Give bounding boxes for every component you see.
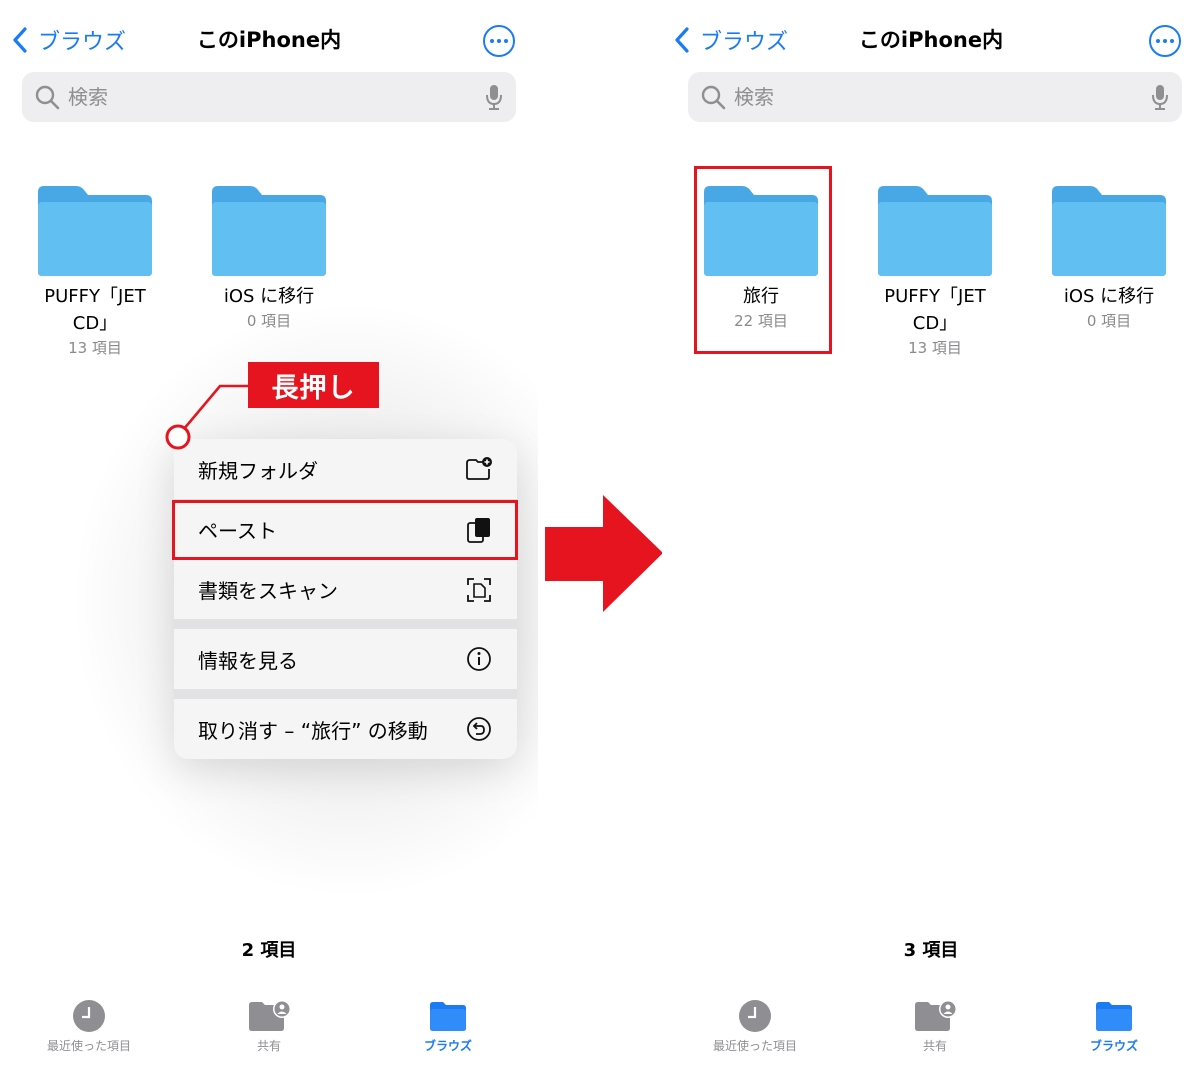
folder-name: PUFFY「JET CD」	[884, 286, 986, 334]
menu-item-scan-document[interactable]: 書類をスキャン	[174, 559, 517, 619]
more-options-icon[interactable]	[483, 25, 515, 57]
more-options-icon[interactable]	[1149, 25, 1181, 57]
folder-name: iOS に移行	[1063, 286, 1155, 307]
menu-item-undo-move[interactable]: 取り消す – “旅行” の移動	[174, 699, 517, 759]
search-input[interactable]	[68, 85, 484, 109]
tab-recents[interactable]: 最近使った項目	[19, 998, 159, 1054]
folder-icon	[38, 186, 152, 276]
clock-icon	[73, 1000, 105, 1032]
page-title: このiPhone内	[858, 28, 1004, 52]
folder-item[interactable]: iOS に移行 0 項目	[1029, 182, 1189, 332]
shared-folder-icon	[915, 1000, 957, 1031]
tab-shared[interactable]: 共有	[865, 998, 1005, 1054]
page-title: このiPhone内	[196, 28, 342, 52]
paste-icon	[467, 517, 490, 543]
tab-label: ブラウズ	[1089, 1039, 1138, 1053]
folder-item[interactable]: iOS に移行 0 項目	[189, 182, 349, 332]
tab-shared[interactable]: 共有	[199, 998, 339, 1054]
folder-item-count: 0 項目	[246, 312, 292, 330]
arrow-right-icon	[545, 495, 663, 612]
left-screen: ブラウズ このiPhone内 PUFFY「JET CD」 13 項目 iOS に…	[0, 0, 538, 1081]
menu-separator	[174, 619, 517, 629]
folder-item-count: 13 項目	[68, 339, 122, 357]
folder-icon	[704, 186, 818, 276]
menu-item-get-info[interactable]: 情報を見る	[174, 629, 517, 689]
folder-icon	[430, 1002, 466, 1031]
folder-name: iOS に移行	[223, 286, 315, 307]
scan-document-icon	[467, 577, 491, 602]
folder-item[interactable]: PUFFY「JET CD」 13 項目	[15, 182, 175, 359]
tab-label: 最近使った項目	[712, 1039, 797, 1053]
microphone-icon[interactable]	[484, 83, 504, 111]
search-icon	[35, 85, 60, 110]
menu-separator	[174, 689, 517, 699]
new-folder-icon	[466, 457, 492, 480]
menu-item-label: 取り消す – “旅行” の移動	[198, 718, 428, 743]
menu-item-label: 情報を見る	[198, 648, 298, 673]
info-icon	[467, 647, 491, 671]
search-icon	[701, 85, 726, 110]
folder-icon	[212, 186, 326, 276]
menu-item-label: 書類をスキャン	[198, 579, 338, 603]
folder-icon	[878, 186, 992, 276]
undo-icon	[467, 717, 491, 741]
tab-label: 共有	[922, 1039, 947, 1053]
item-count: 2 項目	[241, 940, 297, 961]
shared-folder-icon	[249, 1000, 291, 1031]
menu-item-label: ペースト	[198, 519, 277, 543]
tab-label: 共有	[256, 1039, 281, 1053]
search-bar[interactable]	[688, 72, 1182, 122]
folder-item[interactable]: PUFFY「JET CD」 13 項目	[855, 182, 1015, 359]
menu-item-label: 新規フォルダ	[198, 458, 318, 483]
menu-item-new-folder[interactable]: 新規フォルダ	[174, 439, 517, 499]
folder-item-count: 22 項目	[734, 312, 788, 330]
search-input[interactable]	[734, 85, 1150, 109]
search-bar[interactable]	[22, 72, 516, 122]
tab-label: 最近使った項目	[46, 1039, 131, 1053]
menu-item-paste[interactable]: ペースト	[174, 499, 517, 559]
microphone-icon[interactable]	[1150, 83, 1170, 111]
tab-browse[interactable]: ブラウズ	[1044, 998, 1184, 1054]
folder-name: PUFFY「JET CD」	[44, 286, 146, 334]
folder-name: 旅行	[743, 286, 779, 307]
folder-item-count: 0 項目	[1086, 312, 1132, 330]
tab-browse[interactable]: ブラウズ	[378, 998, 518, 1054]
folder-icon	[1096, 1002, 1132, 1031]
folder-item-count: 13 項目	[908, 339, 962, 357]
clock-icon	[739, 1000, 771, 1032]
long-press-label: 長押し	[248, 362, 379, 408]
folder-icon	[1052, 186, 1166, 276]
right-screen: ブラウズ このiPhone内 旅行 22 項目 PUFFY「JET CD」 13…	[662, 0, 1200, 1081]
context-menu: 新規フォルダ ペースト 書類をスキャン 情報を見る 取り消す – “旅行” の移…	[174, 439, 517, 759]
folder-item[interactable]: 旅行 22 項目	[681, 182, 841, 332]
tab-recents[interactable]: 最近使った項目	[685, 998, 825, 1054]
item-count: 3 項目	[903, 940, 959, 961]
tab-label: ブラウズ	[423, 1039, 472, 1053]
